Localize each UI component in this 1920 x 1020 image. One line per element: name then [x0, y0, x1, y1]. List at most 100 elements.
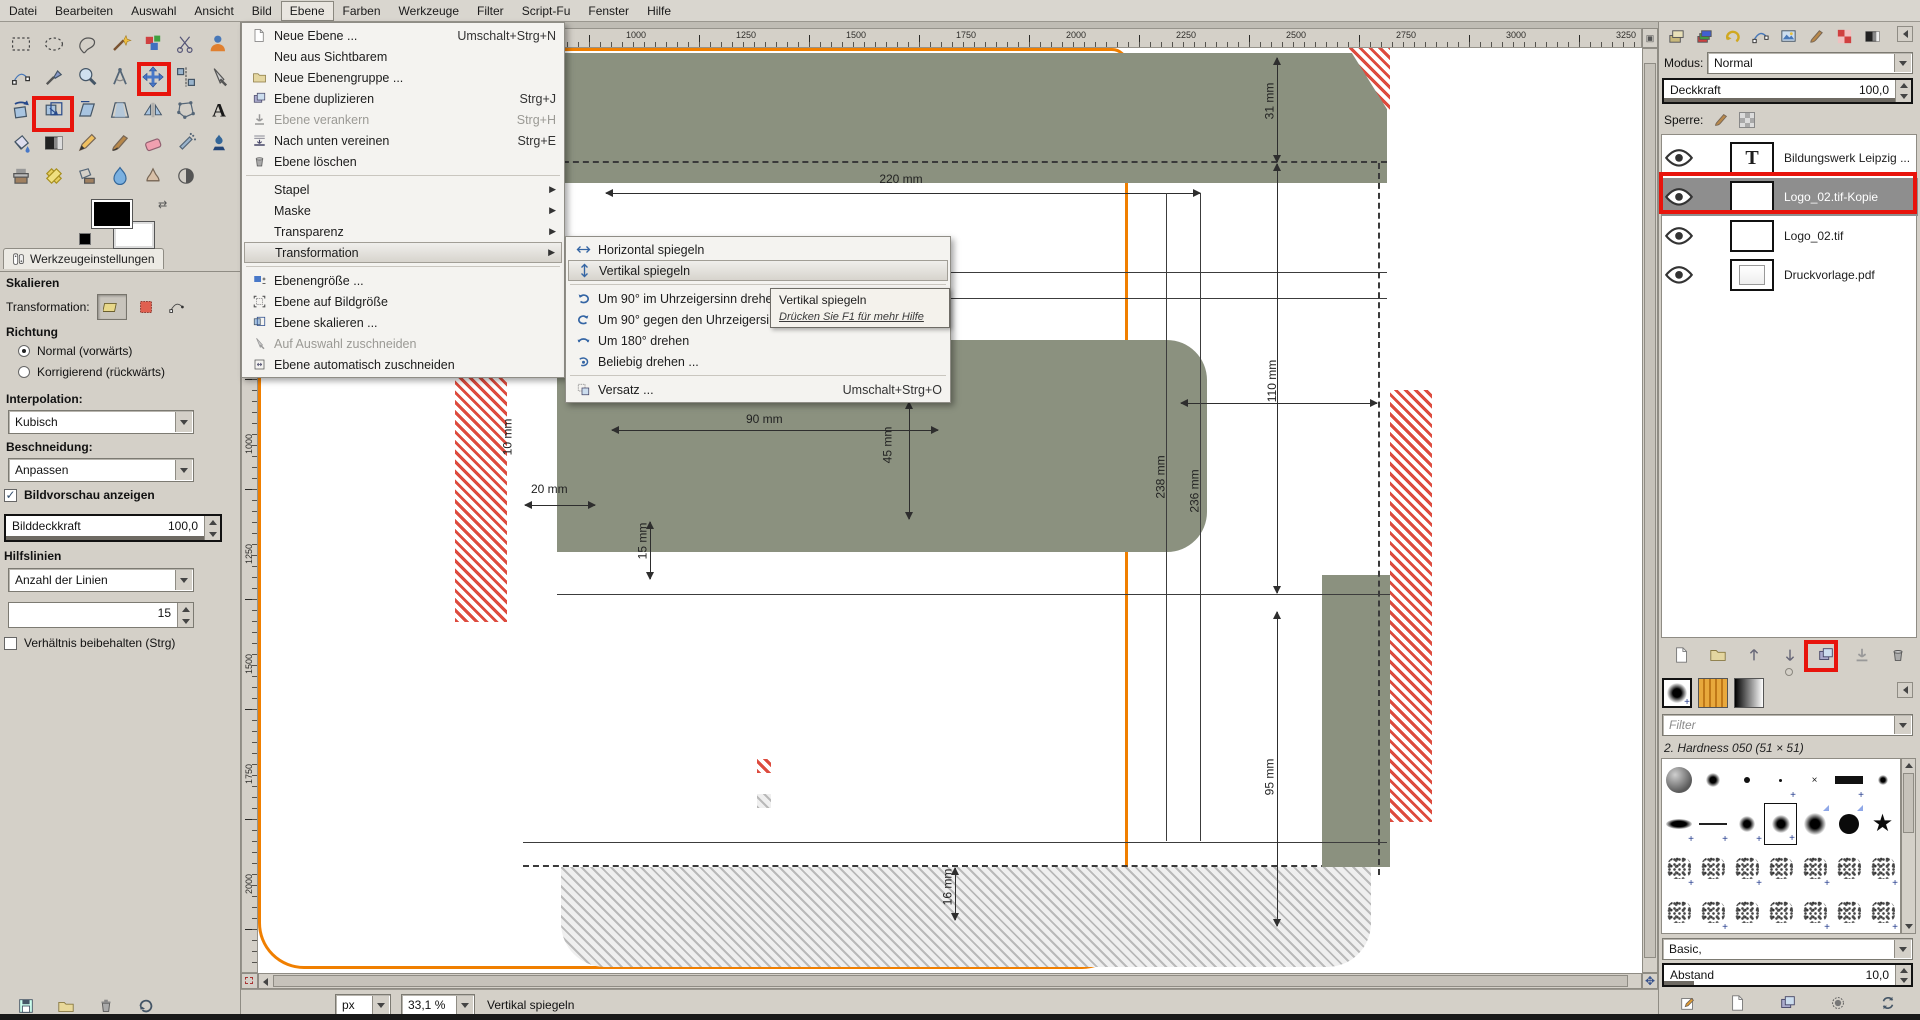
ebene-menu-item-ebenengr-e[interactable]: Ebenengröße ...	[244, 270, 562, 291]
transformation-submenu-item-um-180-drehen[interactable]: Um 180° drehen	[568, 330, 948, 351]
tab-images[interactable]	[1775, 24, 1802, 48]
chevron-down-icon[interactable]	[1894, 716, 1911, 734]
flip-tool[interactable]	[137, 94, 168, 125]
menubar-item-bild[interactable]: Bild	[243, 1, 281, 21]
anchor-layer-button[interactable]	[1847, 642, 1877, 668]
brush-item[interactable]: +	[1798, 847, 1831, 889]
shear-tool[interactable]	[71, 94, 102, 125]
clipping-select[interactable]: Anpassen	[8, 458, 194, 482]
smudge-tool[interactable]	[137, 160, 168, 191]
edit-brush-button[interactable]	[1675, 992, 1701, 1014]
dialog-menu-icon[interactable]	[1897, 26, 1913, 42]
layers-list[interactable]: TBildungswerk Leipzig ...Logo_02.tif-Kop…	[1661, 134, 1917, 638]
raise-layer-button[interactable]	[1739, 642, 1769, 668]
brush-item[interactable]: +	[1832, 759, 1865, 801]
layer-row-druckvorlage-pdf[interactable]: Druckvorlage.pdf	[1662, 256, 1918, 294]
ebene-menu-item-ebene-verankern[interactable]: Ebene verankernStrg+H	[244, 109, 562, 130]
spinner-buttons[interactable]	[204, 516, 220, 540]
scale-tool[interactable]	[38, 94, 69, 125]
brush-item[interactable]	[1662, 891, 1695, 933]
tab-patterns[interactable]	[1831, 24, 1858, 48]
new-layer-group-button[interactable]	[1703, 642, 1733, 668]
quick-mask-toggle[interactable]	[241, 973, 258, 989]
new-layer-button[interactable]	[1667, 642, 1697, 668]
chevron-down-icon[interactable]	[1894, 940, 1911, 958]
ebene-menu-item-neu-aus-sichtbarem[interactable]: Neu aus Sichtbarem	[244, 46, 562, 67]
pane-splitter-handle[interactable]	[1785, 668, 1793, 676]
transformation-submenu-item-horizontal-spiegeln[interactable]: Horizontal spiegeln	[568, 239, 948, 260]
transformation-submenu-item-beliebig-drehen[interactable]: Beliebig drehen ...	[568, 351, 948, 372]
brush-item[interactable]: +	[1764, 759, 1797, 801]
free-select-tool[interactable]	[71, 28, 102, 59]
brush-preset-select[interactable]: Basic,	[1662, 938, 1913, 960]
menubar-item-auswahl[interactable]: Auswahl	[122, 1, 185, 21]
brush-item[interactable]: +	[1866, 847, 1899, 889]
clone-tool[interactable]	[5, 160, 36, 191]
direction-corrective-option[interactable]: Korrigierend (rückwärts)	[18, 365, 165, 379]
brush-item[interactable]	[1832, 891, 1865, 933]
menubar-item-hilfe[interactable]: Hilfe	[638, 1, 680, 21]
transform-layer-button[interactable]	[97, 294, 127, 320]
ebene-menu-item-ebene-duplizieren[interactable]: Ebene duplizierenStrg+J	[244, 88, 562, 109]
transformation-submenu-item-vertikal-spiegeln[interactable]: Vertikal spiegeln	[568, 260, 948, 281]
zoom-tool[interactable]	[71, 61, 102, 92]
image-opacity-slider[interactable]: Bilddeckkraft 100,0	[4, 514, 222, 542]
transformation-submenu-item-versatz[interactable]: Versatz ...Umschalt+Strg+O	[568, 379, 948, 400]
brush-item[interactable]	[1832, 847, 1865, 889]
fuzzy-select-tool[interactable]	[104, 28, 135, 59]
brush-item[interactable]: +	[1730, 847, 1763, 889]
keep-aspect-checkbox-row[interactable]: Verhältnis beibehalten (Strg)	[4, 636, 175, 650]
ebene-menu-item-maske[interactable]: Maske▶	[244, 200, 562, 221]
chevron-down-icon[interactable]	[456, 996, 473, 1014]
new-brush-button[interactable]	[1725, 992, 1751, 1014]
ink-tool[interactable]	[203, 127, 234, 158]
brush-spacing-slider[interactable]: Abstand 10,0	[1662, 963, 1913, 987]
ebene-menu-item-transformation[interactable]: Transformation▶	[244, 242, 562, 263]
ebene-menu-item-nach-unten-vereinen[interactable]: Nach unten vereinenStrg+E	[244, 130, 562, 151]
layer-row-bildungswerk-leipzig[interactable]: TBildungswerk Leipzig ...	[1662, 139, 1918, 177]
tab-paths[interactable]	[1747, 24, 1774, 48]
pencil-tool[interactable]	[71, 127, 102, 158]
brush-filter-input[interactable]: Filter	[1662, 714, 1913, 736]
tab-undo-history[interactable]	[1719, 24, 1746, 48]
pan-navigation-icon[interactable]: ✥	[1642, 973, 1658, 989]
interpolation-select[interactable]: Kubisch	[8, 410, 194, 434]
color-picker-tool[interactable]	[38, 61, 69, 92]
brush-item[interactable]	[1696, 759, 1729, 801]
duplicate-brush-button[interactable]	[1775, 992, 1801, 1014]
ebene-menu-item-neue-ebene[interactable]: Neue Ebene ...Umschalt+Strg+N	[244, 25, 562, 46]
lower-layer-button[interactable]	[1775, 642, 1805, 668]
move-tool[interactable]	[137, 61, 168, 92]
tab-tool-options[interactable]: Werkzeugeinstellungen	[3, 248, 164, 269]
chevron-down-icon[interactable]	[372, 996, 389, 1014]
visibility-eye-icon[interactable]	[1662, 221, 1696, 251]
align-tool[interactable]	[170, 61, 201, 92]
menubar-item-werkzeuge[interactable]: Werkzeuge	[390, 1, 468, 21]
visibility-eye-icon[interactable]	[1662, 260, 1696, 290]
brush-item[interactable]: +	[1662, 847, 1695, 889]
brush-item[interactable]: +	[1662, 803, 1695, 845]
chevron-down-icon[interactable]	[175, 412, 192, 432]
layer-row-logo-02-tif[interactable]: Logo_02.tif	[1662, 217, 1918, 255]
visibility-eye-icon[interactable]	[1662, 143, 1696, 173]
spinner-buttons[interactable]	[1895, 80, 1911, 102]
tab-brushes-thumb[interactable]: +	[1662, 678, 1692, 708]
spinner-buttons[interactable]	[177, 603, 193, 627]
ebene-menu-item-ebene-l-schen[interactable]: Ebene löschen	[244, 151, 562, 172]
ebene-menu-item-ebene-skalieren[interactable]: Ebene skalieren ...	[244, 312, 562, 333]
chevron-down-icon[interactable]	[175, 570, 192, 590]
layer-mode-select[interactable]: Normal	[1707, 52, 1913, 74]
rotate-tool[interactable]	[5, 94, 36, 125]
menubar-item-farben[interactable]: Farben	[334, 1, 390, 21]
delete-brush-button[interactable]	[1825, 992, 1851, 1014]
brush-item[interactable]	[1764, 891, 1797, 933]
transform-path-button[interactable]	[165, 295, 189, 319]
brush-grid[interactable]: +×+++++★+++++++	[1661, 758, 1901, 934]
menubar-item-filter[interactable]: Filter	[468, 1, 513, 21]
menubar-item-fenster[interactable]: Fenster	[579, 1, 638, 21]
brush-item[interactable]: +	[1798, 891, 1831, 933]
blur-sharpen-tool[interactable]	[104, 160, 135, 191]
dialog-menu-icon[interactable]	[1897, 682, 1913, 698]
brush-item[interactable]: +	[1866, 891, 1899, 933]
chevron-down-icon[interactable]	[175, 460, 192, 480]
